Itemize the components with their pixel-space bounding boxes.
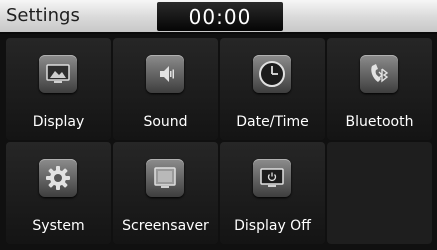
menu-item-label: Bluetooth — [345, 114, 414, 130]
clock-display: 00:00 — [157, 2, 283, 31]
menu-item-label: Display — [32, 114, 85, 130]
clock-icon — [253, 55, 291, 93]
menu-item-system[interactable]: System — [6, 142, 111, 244]
menu-item-bluetooth[interactable]: Bluetooth — [327, 38, 432, 140]
menu-item-label: Display Off — [234, 218, 311, 234]
menu-item-label: Sound — [143, 114, 188, 130]
settings-menu-grid: Display Sound Date/Time Bluetooth System… — [6, 38, 432, 246]
speaker-icon — [146, 55, 184, 93]
page-title: Settings — [6, 5, 80, 26]
display-icon — [39, 55, 77, 93]
menu-item-label: Date/Time — [236, 114, 309, 130]
menu-item-date-time[interactable]: Date/Time — [220, 38, 325, 140]
empty-slot — [327, 142, 432, 244]
menu-item-label: System — [32, 218, 85, 234]
menu-item-display-off[interactable]: Display Off — [220, 142, 325, 244]
menu-item-display[interactable]: Display — [6, 38, 111, 140]
menu-item-sound[interactable]: Sound — [113, 38, 218, 140]
display-off-icon — [253, 159, 291, 197]
menu-item-label: Screensaver — [122, 218, 209, 234]
screensaver-icon — [146, 159, 184, 197]
bluetooth-phone-icon — [360, 55, 398, 93]
title-bar: Settings 00:00 — [0, 0, 437, 34]
menu-item-screensaver[interactable]: Screensaver — [113, 142, 218, 244]
gear-icon — [39, 159, 77, 197]
